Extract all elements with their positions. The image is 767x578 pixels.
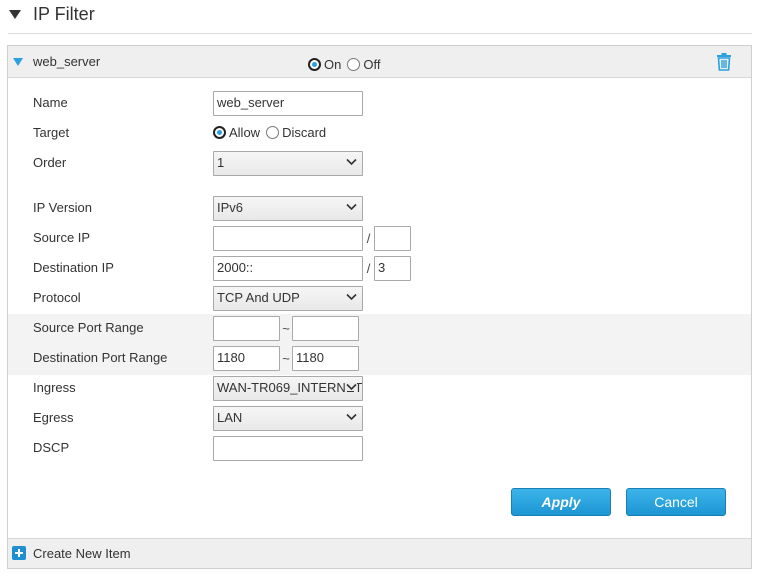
destination-ip-label: Destination IP <box>33 260 114 275</box>
dscp-label: DSCP <box>33 440 70 455</box>
source-port-row: Source Port Range ~ <box>8 313 751 343</box>
ip-version-value: IPv6 <box>217 200 244 215</box>
egress-select[interactable]: LAN <box>213 406 363 431</box>
destination-port-to-input[interactable]: 1180 <box>292 346 359 371</box>
dscp-row: DSCP <box>8 433 751 463</box>
egress-label: Egress <box>33 410 74 425</box>
name-label: Name <box>33 95 68 110</box>
expand-caret-icon[interactable] <box>13 58 23 66</box>
state-toggle: On Off <box>308 56 386 72</box>
name-row: Name web_server <box>8 88 751 118</box>
ingress-value: WAN-TR069_INTERNET <box>217 380 363 395</box>
radio-selected-icon <box>308 57 321 71</box>
source-ip-label: Source IP <box>33 230 91 245</box>
cancel-button[interactable]: Cancel <box>626 488 726 516</box>
chevron-down-icon <box>346 413 357 421</box>
order-label: Order <box>33 155 67 170</box>
egress-row: Egress LAN <box>8 403 751 433</box>
rule-header: web_server On Off <box>8 46 751 78</box>
state-off-label: Off <box>363 56 381 72</box>
ingress-row: Ingress WAN-TR069_INTERNET <box>8 373 751 403</box>
ingress-label: Ingress <box>33 380 76 395</box>
destination-port-row: Destination Port Range 1180 ~ 1180 <box>8 343 751 373</box>
ip-version-row: IP Version IPv6 <box>8 193 751 223</box>
rule-name: web_server <box>33 54 101 69</box>
protocol-value: TCP And UDP <box>217 290 300 305</box>
prefix-separator: / <box>366 231 371 246</box>
chevron-down-icon <box>346 383 357 391</box>
target-allow-label: Allow <box>229 125 261 140</box>
destination-ip-row: Destination IP 2000:: / 3 <box>8 253 751 283</box>
egress-value: LAN <box>217 410 243 425</box>
source-port-label: Source Port Range <box>33 320 144 335</box>
dscp-input[interactable] <box>213 436 363 461</box>
radio-empty-icon <box>266 126 280 139</box>
radio-selected-icon <box>213 126 226 139</box>
order-value: 1 <box>217 155 225 170</box>
radio-empty-icon <box>347 57 361 71</box>
ip-version-label: IP Version <box>33 200 93 215</box>
section-header[interactable]: IP Filter <box>0 0 767 34</box>
source-ip-row: Source IP / <box>8 223 751 253</box>
section-title: IP Filter <box>33 4 95 24</box>
add-icon[interactable] <box>12 546 26 560</box>
source-port-from-input[interactable] <box>213 316 280 341</box>
target-discard-label: Discard <box>282 125 327 140</box>
protocol-row: Protocol TCP And UDP <box>8 283 751 313</box>
state-off-radio[interactable]: Off <box>347 57 380 72</box>
target-label: Target <box>33 125 70 140</box>
prefix-separator: / <box>366 261 371 276</box>
range-separator: ~ <box>282 321 290 336</box>
order-row: Order 1 <box>8 148 751 178</box>
destination-ip-input[interactable]: 2000:: <box>213 256 363 281</box>
chevron-down-icon <box>346 293 357 301</box>
trash-icon[interactable] <box>716 53 732 71</box>
destination-port-from-input[interactable]: 1180 <box>213 346 280 371</box>
target-allow-radio[interactable]: Allow <box>213 125 260 140</box>
state-on-radio[interactable]: On <box>308 57 341 72</box>
range-separator: ~ <box>282 351 290 366</box>
source-ip-prefix-input[interactable] <box>374 226 411 251</box>
name-input[interactable]: web_server <box>213 91 363 116</box>
collapse-triangle-icon[interactable] <box>9 10 21 19</box>
create-new-item-row[interactable]: Create New Item <box>8 538 751 568</box>
chevron-down-icon <box>346 158 357 166</box>
ip-version-select[interactable]: IPv6 <box>213 196 363 221</box>
chevron-down-icon <box>346 203 357 211</box>
ingress-select[interactable]: WAN-TR069_INTERNET <box>213 376 363 401</box>
destination-port-label: Destination Port Range <box>33 350 168 365</box>
source-port-to-input[interactable] <box>292 316 359 341</box>
order-select[interactable]: 1 <box>213 151 363 176</box>
source-ip-input[interactable] <box>213 226 363 251</box>
section-divider <box>8 33 752 34</box>
target-discard-radio[interactable]: Discard <box>266 125 326 140</box>
destination-ip-prefix-input[interactable]: 3 <box>374 256 411 281</box>
target-row: Target Allow Discard <box>8 118 751 148</box>
create-new-item-label: Create New Item <box>33 546 131 561</box>
rule-form: Name web_server Target Allow Discard Ord… <box>8 79 751 539</box>
state-on-label: On <box>324 56 342 72</box>
rule-panel: web_server On Off Name web_server Target… <box>7 45 752 569</box>
protocol-select[interactable]: TCP And UDP <box>213 286 363 311</box>
apply-button[interactable]: Apply <box>511 488 611 516</box>
protocol-label: Protocol <box>33 290 81 305</box>
